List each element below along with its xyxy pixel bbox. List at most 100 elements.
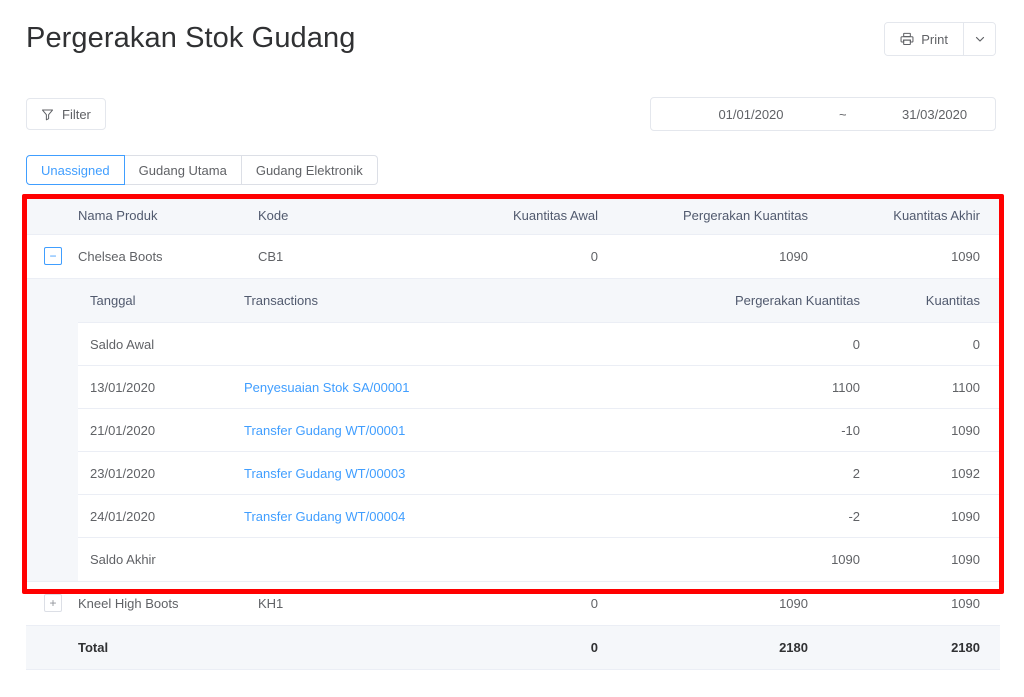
cell-kuantitas-akhir: 1090 xyxy=(828,234,1000,278)
total-kuantitas-awal: 0 xyxy=(438,625,618,669)
column-header-kuantitas-akhir: Kuantitas Akhir xyxy=(828,197,1000,234)
detail-row: 13/01/2020 Penyesuaian Stok SA/00001 110… xyxy=(78,366,1000,409)
expander-cell: + xyxy=(26,581,78,625)
date-range-separator: ~ xyxy=(839,107,847,122)
cell-nama-produk: Chelsea Boots xyxy=(78,234,258,278)
funnel-icon xyxy=(41,108,54,121)
cell-detail-pergerakan: 0 xyxy=(664,323,880,366)
column-header-transactions: Transactions xyxy=(244,279,664,323)
cell-tanggal: Saldo Akhir xyxy=(78,538,244,581)
column-header-kuantitas-awal: Kuantitas Awal xyxy=(438,197,618,234)
total-spacer xyxy=(26,625,78,669)
cell-tanggal: Saldo Awal xyxy=(78,323,244,366)
cell-transaction: Transfer Gudang WT/00003 xyxy=(244,452,664,495)
cell-detail-pergerakan: 2 xyxy=(664,452,880,495)
cell-transaction xyxy=(244,538,664,581)
total-kode-empty xyxy=(258,625,438,669)
cell-detail-kuantitas: 1090 xyxy=(880,538,1000,581)
cell-transaction: Transfer Gudang WT/00001 xyxy=(244,409,664,452)
cell-kuantitas-awal: 0 xyxy=(438,581,618,625)
print-dropdown-button[interactable] xyxy=(963,23,995,55)
detail-table-body: Saldo Awal 0 0 13/01/2020 Penyesuaian xyxy=(78,323,1000,581)
tab-gudang-elektronik[interactable]: Gudang Elektronik xyxy=(242,155,378,185)
page-title: Pergerakan Stok Gudang xyxy=(26,22,355,55)
cell-detail-pergerakan: 1090 xyxy=(664,538,880,581)
tab-gudang-utama[interactable]: Gudang Utama xyxy=(125,155,242,185)
cell-detail-kuantitas: 1090 xyxy=(880,495,1000,538)
warehouse-tabs: Unassigned Gudang Utama Gudang Elektroni… xyxy=(26,155,378,185)
print-button-label: Print xyxy=(921,32,948,47)
table-body: − Chelsea Boots CB1 0 1090 1090 xyxy=(26,234,1000,669)
page-header: Pergerakan Stok Gudang Print xyxy=(0,0,1024,86)
table-header: Nama Produk Kode Kuantitas Awal Pergerak… xyxy=(26,197,1000,234)
cell-nama-produk: Kneel High Boots xyxy=(78,581,258,625)
cell-kuantitas-akhir: 1090 xyxy=(828,581,1000,625)
cell-transaction xyxy=(244,323,664,366)
transaction-link[interactable]: Transfer Gudang WT/00003 xyxy=(244,466,405,481)
cell-pergerakan-kuantitas: 1090 xyxy=(618,581,828,625)
printer-icon xyxy=(900,32,914,46)
detail-header-row: Tanggal Transactions Pergerakan Kuantita… xyxy=(78,279,1000,323)
table-row[interactable]: + Kneel High Boots KH1 0 1090 1090 xyxy=(26,581,1000,625)
date-range-picker[interactable]: ~ xyxy=(650,97,996,131)
cell-kuantitas-awal: 0 xyxy=(438,234,618,278)
transaction-detail-table: Tanggal Transactions Pergerakan Kuantita… xyxy=(78,279,1000,581)
total-row: Total 0 2180 2180 xyxy=(26,625,1000,669)
expanded-detail-row: Tanggal Transactions Pergerakan Kuantita… xyxy=(26,278,1000,581)
tab-unassigned[interactable]: Unassigned xyxy=(26,155,125,185)
total-kuantitas-akhir: 2180 xyxy=(828,625,1000,669)
column-header-tanggal: Tanggal xyxy=(78,279,244,323)
cell-detail-pergerakan: -2 xyxy=(664,495,880,538)
expanded-detail-cell: Tanggal Transactions Pergerakan Kuantita… xyxy=(26,278,1000,581)
tab-label: Unassigned xyxy=(41,163,110,178)
table-row[interactable]: − Chelsea Boots CB1 0 1090 1090 xyxy=(26,234,1000,278)
cell-kode: KH1 xyxy=(258,581,438,625)
cell-detail-kuantitas: 1100 xyxy=(880,366,1000,409)
cell-tanggal: 24/01/2020 xyxy=(78,495,244,538)
detail-row: 21/01/2020 Transfer Gudang WT/00001 -10 … xyxy=(78,409,1000,452)
cell-pergerakan-kuantitas: 1090 xyxy=(618,234,828,278)
stock-table: Nama Produk Kode Kuantitas Awal Pergerak… xyxy=(26,197,1000,670)
expand-row-button[interactable]: + xyxy=(44,594,62,612)
column-header-detail-pergerakan-kuantitas: Pergerakan Kuantitas xyxy=(664,279,880,323)
tab-label: Gudang Utama xyxy=(139,163,227,178)
column-header-expander xyxy=(26,197,78,234)
cell-detail-pergerakan: 1100 xyxy=(664,366,880,409)
cell-detail-kuantitas: 1090 xyxy=(880,409,1000,452)
collapse-row-button[interactable]: − xyxy=(44,247,62,265)
total-label: Total xyxy=(78,625,258,669)
column-header-detail-kuantitas: Kuantitas xyxy=(880,279,1000,323)
stock-movement-table: Nama Produk Kode Kuantitas Awal Pergerak… xyxy=(26,197,1000,670)
cell-tanggal: 23/01/2020 xyxy=(78,452,244,495)
column-header-nama-produk: Nama Produk xyxy=(78,197,258,234)
transaction-link[interactable]: Transfer Gudang WT/00001 xyxy=(244,423,405,438)
filter-button[interactable]: Filter xyxy=(26,98,106,130)
total-pergerakan-kuantitas: 2180 xyxy=(618,625,828,669)
detail-table-header: Tanggal Transactions Pergerakan Kuantita… xyxy=(78,279,1000,323)
print-button[interactable]: Print xyxy=(885,23,963,55)
detail-row: Saldo Akhir 1090 1090 xyxy=(78,538,1000,581)
detail-row: 24/01/2020 Transfer Gudang WT/00004 -2 1… xyxy=(78,495,1000,538)
transaction-link[interactable]: Penyesuaian Stok SA/00001 xyxy=(244,380,410,395)
cell-detail-kuantitas: 0 xyxy=(880,323,1000,366)
cell-tanggal: 13/01/2020 xyxy=(78,366,244,409)
toolbar: Filter ~ xyxy=(0,86,1024,142)
expander-cell: − xyxy=(26,234,78,278)
date-range-start-input[interactable] xyxy=(663,107,839,122)
cell-kode: CB1 xyxy=(258,234,438,278)
chevron-down-icon xyxy=(974,33,986,45)
cell-detail-kuantitas: 1092 xyxy=(880,452,1000,495)
cell-detail-pergerakan: -10 xyxy=(664,409,880,452)
date-range-end-input[interactable] xyxy=(847,107,1023,122)
cell-tanggal: 21/01/2020 xyxy=(78,409,244,452)
cell-transaction: Transfer Gudang WT/00004 xyxy=(244,495,664,538)
column-header-kode: Kode xyxy=(258,197,438,234)
detail-row: 23/01/2020 Transfer Gudang WT/00003 2 10… xyxy=(78,452,1000,495)
cell-transaction: Penyesuaian Stok SA/00001 xyxy=(244,366,664,409)
print-button-group: Print xyxy=(884,22,996,56)
transaction-link[interactable]: Transfer Gudang WT/00004 xyxy=(244,509,405,524)
page-root: Pergerakan Stok Gudang Print xyxy=(0,0,1024,697)
filter-button-label: Filter xyxy=(62,107,91,122)
table-header-row: Nama Produk Kode Kuantitas Awal Pergerak… xyxy=(26,197,1000,234)
column-header-pergerakan-kuantitas: Pergerakan Kuantitas xyxy=(618,197,828,234)
